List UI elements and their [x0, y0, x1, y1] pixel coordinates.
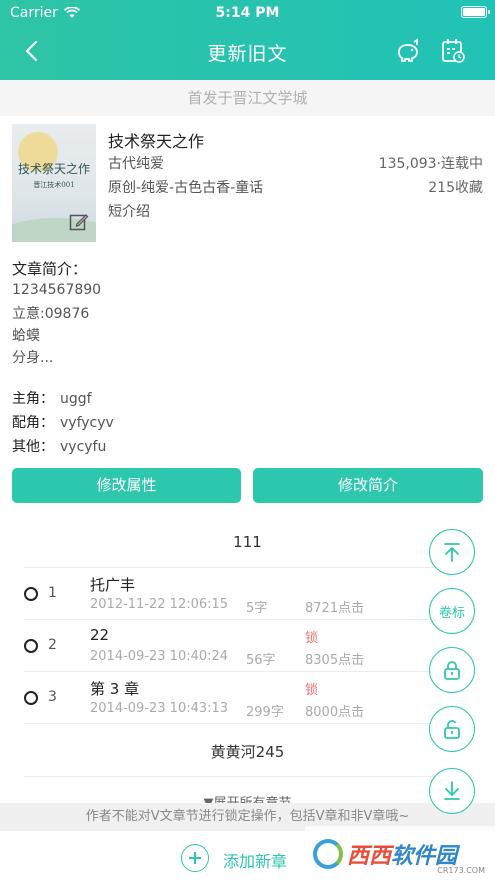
chapter-select-radio[interactable] [24, 587, 38, 601]
chapter-number: 2 [48, 637, 57, 653]
chapter-date: 2014-09-23 10:43:13 [90, 701, 229, 716]
cover-subtitle: 晋江技术001 [33, 181, 75, 189]
role-value: vycyfu [60, 439, 107, 455]
chapter-select-radio[interactable] [24, 691, 38, 705]
scroll-bottom-button[interactable] [429, 768, 475, 814]
role-value: vyfycyv [60, 415, 114, 431]
volume-label[interactable]: 111 [0, 533, 495, 551]
add-chapter-button[interactable]: 添加新章 [223, 848, 287, 872]
calendar-icon[interactable] [440, 37, 466, 65]
book-word-count-status: 135,093·连载中 [378, 156, 483, 172]
add-chapter-icon[interactable] [181, 844, 209, 872]
volume-label-text: 卷标 [438, 605, 465, 621]
watermark: 西西软件园 CR173.COM [305, 826, 495, 881]
chapter-title[interactable]: 第 3 章 [90, 678, 139, 699]
nav-bar: 更新旧文 [0, 32, 495, 72]
book-tags: 原创-纯爱-古色古香-童话 [108, 180, 264, 196]
chapter-number: 1 [48, 585, 57, 601]
role-label: 其他： [12, 439, 54, 455]
intro-line: 1234567890 [12, 282, 102, 298]
role-label: 主角： [12, 391, 54, 407]
role-other: 其他： vycyfu [12, 436, 106, 456]
book-genre: 古代纯爱 [108, 156, 164, 172]
status-bar: Carrier 5:14 PM [0, 0, 495, 26]
role-value: uggf [60, 391, 92, 407]
arrow-down-icon [444, 781, 460, 800]
watermark-logo-icon [313, 838, 343, 869]
cover-title: 技术祭天之作 [17, 162, 90, 176]
unlock-icon [444, 720, 460, 739]
chapter-words: 299字 [246, 705, 284, 720]
chapter-title[interactable]: 22 [90, 626, 109, 644]
status-time: 5:14 PM [215, 5, 280, 21]
chapter-lock-badge: 锁 [305, 631, 319, 646]
book-favorites: 215收藏 [428, 180, 483, 196]
divider [24, 671, 471, 672]
divider [24, 567, 471, 568]
chapter-words: 56字 [246, 653, 276, 668]
chapter-date: 2014-09-23 10:40:24 [90, 649, 229, 664]
book-cover[interactable]: 技术祭天之作 晋江技术001 [12, 124, 96, 242]
origin-banner: 首发于晋江文学城 [0, 80, 495, 116]
intro-line: 分身... [12, 350, 54, 366]
intro-label: 文章简介： [12, 260, 88, 278]
role-label: 配角： [12, 415, 54, 431]
watermark-text-a: 西西 [347, 843, 392, 869]
lock-icon [444, 661, 460, 680]
intro-line: 蛤蟆 [12, 328, 40, 344]
chapter-clicks: 8305点击 [305, 653, 365, 668]
divider [24, 723, 471, 724]
chapter-lock-badge: 锁 [305, 683, 319, 698]
watermark-sub: CR173.COM [437, 866, 485, 875]
edit-attributes-button[interactable]: 修改属性 [12, 468, 241, 503]
intro-line: 立意:09876 [12, 306, 90, 322]
battery-icon [461, 6, 490, 18]
watermark-text: 西西软件园 [347, 838, 457, 870]
role-protagonist: 主角： uggf [12, 388, 92, 408]
book-title: 技术祭天之作 [108, 132, 205, 151]
chapter-number: 3 [48, 689, 57, 705]
arrow-up-icon [444, 543, 460, 562]
volume-label-button[interactable]: 卷标 [429, 588, 475, 634]
divider [24, 776, 471, 777]
chapter-clicks: 8721点击 [305, 601, 365, 616]
volume-label[interactable]: 黄黄河245 [0, 741, 495, 762]
edit-intro-button[interactable]: 修改简介 [253, 468, 483, 503]
watermark-text-b: 软件园 [391, 843, 458, 869]
chapter-select-radio[interactable] [24, 639, 38, 653]
scroll-top-button[interactable] [429, 529, 475, 575]
unlock-button[interactable] [429, 706, 475, 752]
chapter-title[interactable]: 托广丰 [90, 574, 135, 595]
chapter-date: 2012-11-22 12:06:15 [90, 597, 229, 612]
edit-cover-icon[interactable] [69, 212, 89, 232]
chapter-clicks: 8000点击 [305, 705, 365, 720]
divider [24, 619, 471, 620]
role-supporting: 配角： vyfycyv [12, 412, 114, 432]
book-short-intro: 短介绍 [108, 204, 150, 220]
chapter-words: 5字 [246, 601, 268, 616]
header-bar: Carrier 5:14 PM 更新旧文 [0, 0, 495, 80]
piggy-bank-icon[interactable] [394, 37, 422, 65]
lock-button[interactable] [429, 647, 475, 693]
